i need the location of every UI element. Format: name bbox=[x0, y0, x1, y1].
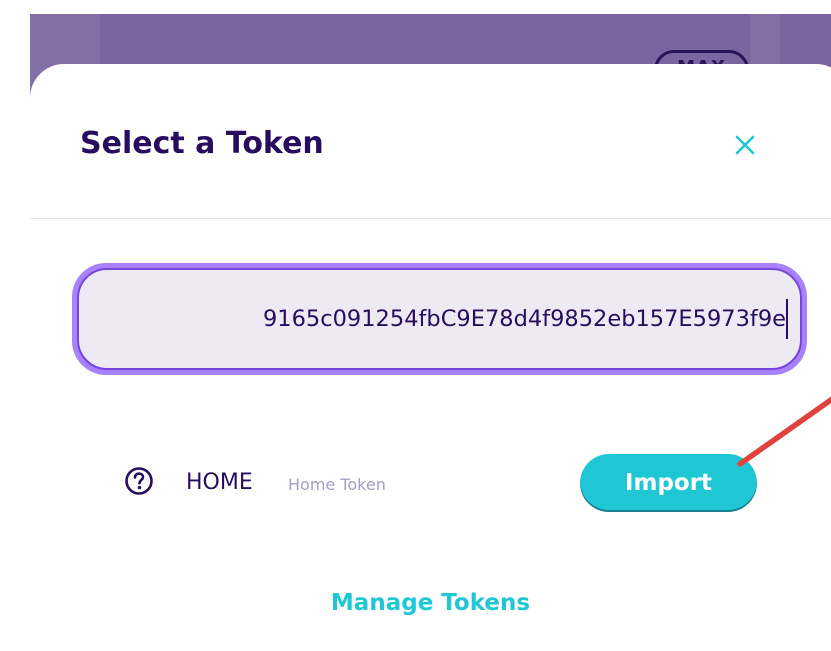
modal-title: Select a Token bbox=[80, 126, 324, 161]
select-token-modal: Select a Token 9165c091254fbC9E78d4f9852… bbox=[30, 64, 831, 651]
token-name: Home Token bbox=[288, 475, 386, 494]
screen: MAX Select a Token 9165c091254fbC9E78d4f… bbox=[0, 0, 831, 651]
close-button[interactable] bbox=[730, 130, 760, 160]
search-focus-ring: 9165c091254fbC9E78d4f9852eb157E5973f9e bbox=[72, 263, 807, 375]
import-button[interactable]: Import bbox=[580, 454, 757, 512]
token-search-input[interactable]: 9165c091254fbC9E78d4f9852eb157E5973f9e bbox=[77, 268, 802, 370]
manage-tokens-link[interactable]: Manage Tokens bbox=[30, 590, 831, 616]
question-circle-icon bbox=[125, 467, 153, 495]
token-result-row: HOME Home Token Import bbox=[30, 454, 831, 514]
search-input-value: 9165c091254fbC9E78d4f9852eb157E5973f9e bbox=[262, 306, 786, 332]
modal-header: Select a Token bbox=[30, 64, 831, 219]
text-caret bbox=[786, 299, 788, 339]
token-symbol: HOME bbox=[186, 470, 253, 495]
close-icon[interactable] bbox=[730, 130, 760, 160]
annotation-arrow bbox=[737, 396, 831, 467]
